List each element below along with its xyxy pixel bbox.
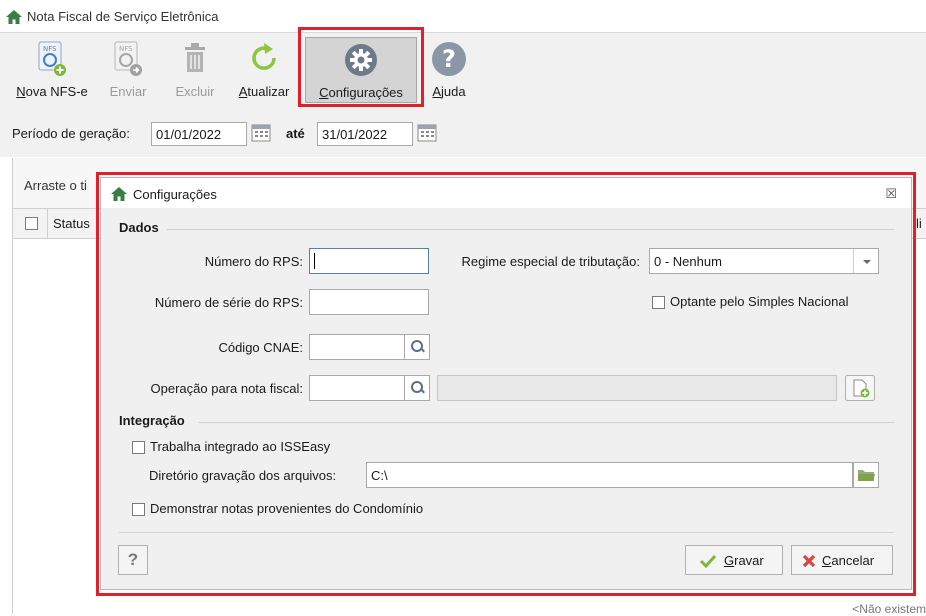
ajuda-button[interactable]: ? Ajuda [424, 33, 474, 103]
nova-nfse-button[interactable]: NFS Nova NFS-e [12, 33, 92, 103]
calendar-icon[interactable] [417, 123, 437, 143]
ajuda-label: Ajuda [432, 84, 466, 99]
new-document-icon: NFS [38, 41, 66, 76]
trash-icon [185, 43, 205, 72]
svg-text:NFS: NFS [43, 45, 57, 53]
home-icon [6, 10, 22, 24]
window-title: Nota Fiscal de Serviço Eletrônica [27, 9, 219, 24]
atualizar-label: Atualizar [238, 84, 290, 99]
column-divider [47, 209, 48, 238]
nova-nfse-label: Nova NFS-e [16, 84, 88, 99]
refresh-icon [252, 43, 276, 70]
period-separator: até [286, 126, 305, 141]
svg-text:?: ? [442, 45, 456, 73]
column-status[interactable]: Status [53, 216, 90, 231]
period-label: Período de geração: [12, 126, 130, 141]
send-document-icon: NFS [114, 41, 142, 76]
toolbar: NFS Nova NFS-e NFS Enviar Excluir Atuali… [0, 32, 926, 111]
calendar-icon[interactable] [251, 123, 271, 143]
excluir-label: Excluir [175, 84, 215, 99]
dialog-highlight [96, 172, 916, 596]
period-start-input[interactable]: 01/01/2022 [151, 122, 247, 146]
grid-empty-message: <Não existem [852, 602, 926, 616]
atualizar-button[interactable]: Atualizar [230, 33, 298, 103]
enviar-button[interactable]: NFS Enviar [94, 33, 162, 103]
configuracoes-highlight [298, 27, 424, 107]
select-all-checkbox[interactable] [25, 217, 38, 230]
window-titlebar: Nota Fiscal de Serviço Eletrônica [0, 0, 926, 32]
excluir-button[interactable]: Excluir [164, 33, 226, 103]
column-partial: li [916, 216, 922, 231]
period-bar: Período de geração: 01/01/2022 até 31/01… [0, 111, 926, 157]
svg-text:NFS: NFS [119, 45, 133, 53]
enviar-label: Enviar [109, 84, 147, 99]
group-hint: Arraste o ti [24, 178, 87, 193]
period-end-input[interactable]: 31/01/2022 [317, 122, 413, 146]
help-icon: ? [432, 42, 466, 76]
